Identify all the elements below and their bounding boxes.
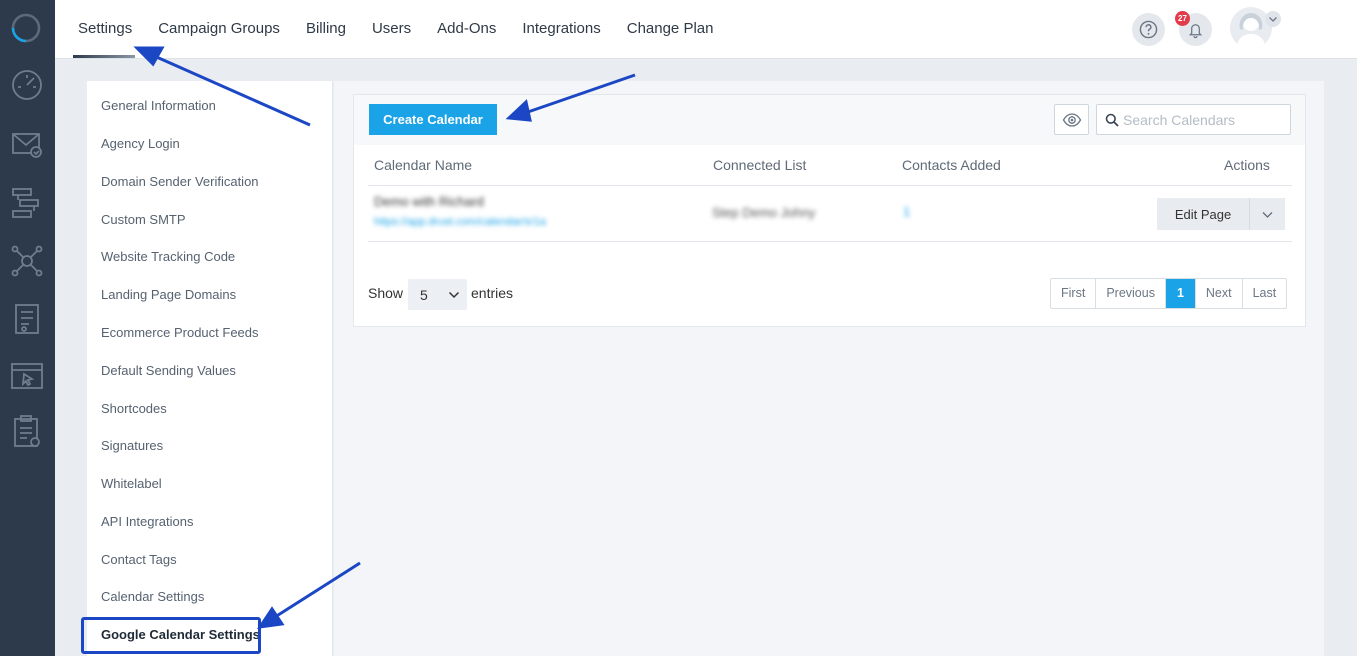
search-icon — [1105, 113, 1119, 127]
sidebar-item-calendar-settings[interactable]: Calendar Settings — [101, 589, 204, 604]
app-icon-rail — [0, 0, 55, 656]
contacts-added-cell[interactable]: 1 — [903, 204, 910, 219]
bell-icon — [1188, 24, 1203, 39]
automation-flow-icon[interactable] — [10, 186, 44, 220]
entries-per-page-value: 5 — [420, 287, 428, 303]
sidebar-item-website-tracking-code[interactable]: Website Tracking Code — [101, 249, 235, 264]
chevron-down-icon — [1262, 212, 1273, 218]
logo-ring-icon[interactable] — [10, 12, 42, 44]
dashboard-gauge-icon[interactable] — [10, 68, 44, 102]
calendar-url-link[interactable]: https://app.drust.com/calendar/s/1a — [374, 216, 546, 228]
pagination-previous[interactable]: Previous — [1096, 279, 1166, 308]
pagination-next[interactable]: Next — [1196, 279, 1243, 308]
create-calendar-button[interactable]: Create Calendar — [369, 104, 497, 135]
tab-add-ons[interactable]: Add-Ons — [424, 0, 509, 58]
sidebar-item-domain-sender-verification[interactable]: Domain Sender Verification — [101, 174, 259, 189]
landing-page-cursor-icon[interactable] — [10, 360, 44, 394]
tab-billing[interactable]: Billing — [293, 0, 359, 58]
show-label: Show — [368, 285, 404, 301]
network-hub-icon[interactable] — [10, 244, 44, 278]
pagination-first[interactable]: First — [1051, 279, 1097, 308]
entries-per-page-select[interactable]: 5 — [408, 279, 467, 310]
chevron-down-icon — [448, 291, 460, 299]
search-calendars-field — [1096, 104, 1291, 135]
sidebar-item-signatures[interactable]: Signatures — [101, 438, 163, 453]
calendar-name-cell[interactable]: Demo with Richard — [374, 194, 484, 209]
sidebar-item-contact-tags[interactable]: Contact Tags — [101, 552, 177, 567]
column-header-calendar-name[interactable]: Calendar Name — [374, 157, 472, 173]
sidebar-item-whitelabel[interactable]: Whitelabel — [101, 476, 162, 491]
sidebar-item-ecommerce-product-feeds[interactable]: Ecommerce Product Feeds — [101, 325, 259, 340]
sidebar-item-default-sending-values[interactable]: Default Sending Values — [101, 363, 236, 378]
chevron-down-icon[interactable] — [1265, 11, 1281, 27]
sidebar-item-shortcodes[interactable]: Shortcodes — [101, 401, 167, 416]
card-toolbar: Create Calendar — [354, 95, 1305, 145]
tab-campaign-groups[interactable]: Campaign Groups — [145, 0, 293, 58]
email-check-icon[interactable] — [10, 127, 44, 161]
form-document-icon[interactable] — [10, 302, 44, 336]
notification-count-badge: 27 — [1175, 11, 1190, 26]
tab-users[interactable]: Users — [359, 0, 424, 58]
edit-page-button[interactable]: Edit Page — [1157, 198, 1250, 230]
column-header-connected-list[interactable]: Connected List — [713, 157, 806, 173]
settings-tabs: Settings Campaign Groups Billing Users A… — [65, 0, 726, 58]
eye-icon — [1062, 113, 1082, 127]
actions-dropdown-toggle[interactable] — [1250, 198, 1285, 230]
column-header-contacts-added[interactable]: Contacts Added — [902, 157, 1001, 173]
settings-sidebar: General Information Agency Login Domain … — [87, 81, 333, 656]
entries-label: entries — [471, 285, 514, 301]
sidebar-item-general-information[interactable]: General Information — [101, 98, 216, 113]
sidebar-item-landing-page-domains[interactable]: Landing Page Domains — [101, 287, 236, 302]
toggle-visibility-button[interactable] — [1054, 104, 1089, 135]
clipboard-list-icon[interactable] — [10, 414, 44, 448]
header-divider — [368, 185, 1292, 186]
column-header-actions: Actions — [1224, 157, 1270, 173]
tab-settings[interactable]: Settings — [65, 0, 145, 58]
sidebar-item-custom-smtp[interactable]: Custom SMTP — [101, 212, 186, 227]
calendars-card: Create Calendar Calendar Name Connected … — [353, 94, 1306, 327]
search-input[interactable] — [1123, 109, 1283, 131]
connected-list-cell: Step Demo Johny — [712, 205, 816, 220]
pagination: First Previous 1 Next Last — [1050, 278, 1288, 309]
sidebar-item-agency-login[interactable]: Agency Login — [101, 136, 180, 151]
help-button[interactable] — [1132, 13, 1165, 46]
tab-integrations[interactable]: Integrations — [509, 0, 613, 58]
tab-change-plan[interactable]: Change Plan — [614, 0, 727, 58]
row-divider — [368, 241, 1292, 242]
annotation-highlight-box — [81, 617, 261, 654]
pagination-page-current[interactable]: 1 — [1165, 279, 1196, 308]
pagination-last[interactable]: Last — [1243, 279, 1287, 308]
question-circle-icon — [1139, 20, 1158, 39]
sidebar-item-api-integrations[interactable]: API Integrations — [101, 514, 194, 529]
